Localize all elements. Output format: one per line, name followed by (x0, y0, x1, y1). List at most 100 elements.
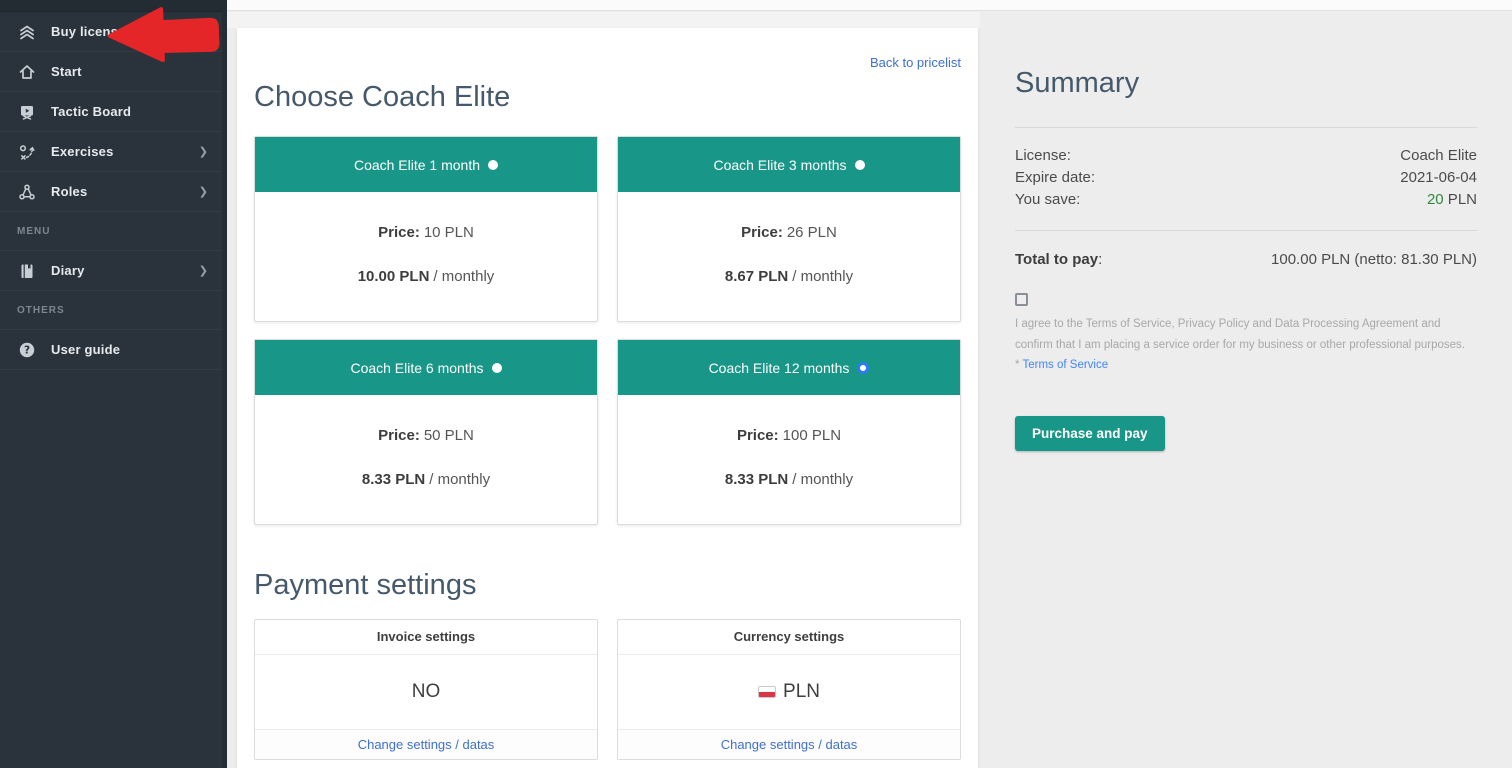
monthly-suffix: / monthly (433, 268, 494, 285)
monthly-suffix: / monthly (429, 471, 490, 488)
sidebar-item-label: Exercises (51, 144, 199, 159)
currency-settings-card: Currency settings PLN Change settings / … (617, 619, 961, 760)
diary-icon (17, 261, 37, 281)
summary-value: Coach Elite (1400, 145, 1477, 167)
monthly-value: 8.67 PLN (725, 268, 788, 285)
top-bar (227, 0, 1512, 11)
plan-body: Price:50 PLN 8.33 PLN/ monthly (255, 395, 597, 524)
sidebar-section-others: OTHERS (0, 291, 222, 330)
total-label: Total to pay (1015, 251, 1098, 268)
sidebar-item-start[interactable]: Start (0, 52, 222, 92)
plan-card-6-months[interactable]: Coach Elite 6 months Price:50 PLN 8.33 P… (254, 339, 598, 525)
double-chevron-up-icon (17, 22, 37, 42)
sidebar-item-roles[interactable]: Roles ❯ (0, 172, 222, 212)
plan-body: Price:100 PLN 8.33 PLN/ monthly (618, 395, 960, 524)
tactic-board-icon (17, 102, 37, 122)
sidebar-item-tactic-board[interactable]: Tactic Board (0, 92, 222, 132)
purchase-and-pay-button[interactable]: Purchase and pay (1015, 416, 1165, 451)
price-value: 100 PLN (783, 427, 841, 444)
plan-radio[interactable] (488, 160, 498, 170)
plan-header: Coach Elite 6 months (255, 340, 597, 395)
sidebar-item-label: Diary (51, 263, 199, 278)
sidebar-item-user-guide[interactable]: ? User guide (0, 330, 222, 370)
price-label: Price: (741, 224, 783, 241)
sidebar-item-label: Tactic Board (51, 104, 208, 119)
svg-text:?: ? (24, 344, 30, 356)
poland-flag-icon (758, 686, 776, 698)
total-colon: : (1098, 251, 1102, 268)
sidebar-item-exercises[interactable]: Exercises ❯ (0, 132, 222, 172)
price-label: Price: (737, 427, 779, 444)
sidebar-item-label: User guide (51, 342, 208, 357)
chevron-right-icon: ❯ (199, 264, 208, 277)
plan-body: Price:26 PLN 8.67 PLN/ monthly (618, 192, 960, 321)
currency-change-settings-link[interactable]: Change settings / datas (721, 737, 858, 752)
plan-name: Coach Elite 1 month (354, 157, 480, 173)
sidebar-item-buy-license[interactable]: Buy license (0, 12, 222, 52)
plan-name: Coach Elite 12 months (709, 360, 850, 376)
plan-header: Coach Elite 1 month (255, 137, 597, 192)
sidebar-item-diary[interactable]: Diary ❯ (0, 251, 222, 291)
plan-header: Coach Elite 12 months (618, 340, 960, 395)
sidebar-item-label: Buy license (51, 24, 208, 39)
summary-label: Expire date: (1015, 167, 1095, 189)
summary-label: You save: (1015, 189, 1080, 211)
plan-card-12-months[interactable]: Coach Elite 12 months Price:100 PLN 8.33… (617, 339, 961, 525)
sidebar-section-menu: MENU (0, 212, 222, 251)
main-panel: Back to pricelist Choose Coach Elite Coa… (237, 28, 978, 768)
settings-grid: Invoice settings NO Change settings / da… (254, 619, 961, 760)
summary-row-expire-date: Expire date: 2021-06-04 (1015, 167, 1477, 189)
plan-name: Coach Elite 6 months (350, 360, 483, 376)
monthly-value: 8.33 PLN (362, 471, 425, 488)
price-value: 50 PLN (424, 427, 474, 444)
sidebar-item-label: Start (51, 64, 208, 79)
invoice-change-settings-link[interactable]: Change settings / datas (358, 737, 495, 752)
invoice-settings-card: Invoice settings NO Change settings / da… (254, 619, 598, 760)
payment-settings-title: Payment settings (254, 569, 961, 602)
terms-checkbox[interactable] (1015, 293, 1028, 306)
plans-grid: Coach Elite 1 month Price:10 PLN 10.00 P… (254, 136, 961, 525)
summary-panel: Summary License: Coach Elite Expire date… (980, 12, 1512, 768)
terms-text: I agree to the Terms of Service, Privacy… (1015, 314, 1477, 376)
price-label: Price: (378, 224, 420, 241)
plan-radio[interactable] (855, 160, 865, 170)
price-value: 10 PLN (424, 224, 474, 241)
plan-radio[interactable] (492, 363, 502, 373)
sidebar: Buy license Start Tactic Board Exercis (0, 0, 227, 768)
savings-currency: PLN (1444, 191, 1477, 208)
total-to-pay-row: Total to pay: 100.00 PLN (netto: 81.30 P… (1015, 251, 1477, 268)
back-to-pricelist-link[interactable]: Back to pricelist (870, 55, 961, 70)
price-label: Price: (378, 427, 420, 444)
divider (1015, 127, 1477, 128)
terms-of-service-link[interactable]: Terms of Service (1022, 359, 1108, 371)
sidebar-item-label: Roles (51, 184, 199, 199)
summary-title: Summary (1015, 67, 1477, 100)
price-value: 26 PLN (787, 224, 837, 241)
divider (1015, 230, 1477, 231)
plan-body: Price:10 PLN 10.00 PLN/ monthly (255, 192, 597, 321)
monthly-suffix: / monthly (792, 471, 853, 488)
currency-settings-header: Currency settings (618, 620, 960, 655)
plan-card-1-month[interactable]: Coach Elite 1 month Price:10 PLN 10.00 P… (254, 136, 598, 322)
invoice-settings-value: NO (255, 655, 597, 729)
roles-icon (17, 182, 37, 202)
summary-label: License: (1015, 145, 1071, 167)
plan-name: Coach Elite 3 months (713, 157, 846, 173)
plan-card-3-months[interactable]: Coach Elite 3 months Price:26 PLN 8.67 P… (617, 136, 961, 322)
chevron-right-icon: ❯ (199, 185, 208, 198)
currency-settings-value: PLN (783, 681, 820, 703)
sidebar-top-strip (0, 0, 222, 12)
summary-value: 20 PLN (1427, 189, 1477, 211)
monthly-value: 8.33 PLN (725, 471, 788, 488)
plan-radio-selected[interactable] (857, 362, 869, 374)
chevron-right-icon: ❯ (199, 145, 208, 158)
home-icon (17, 62, 37, 82)
monthly-value: 10.00 PLN (358, 268, 430, 285)
total-value: 100.00 PLN (netto: 81.30 PLN) (1271, 251, 1477, 268)
summary-row-license: License: Coach Elite (1015, 145, 1477, 167)
invoice-settings-header: Invoice settings (255, 620, 597, 655)
summary-value: 2021-06-04 (1400, 167, 1477, 189)
summary-row-you-save: You save: 20 PLN (1015, 189, 1477, 211)
user-guide-icon: ? (17, 340, 37, 360)
plan-header: Coach Elite 3 months (618, 137, 960, 192)
